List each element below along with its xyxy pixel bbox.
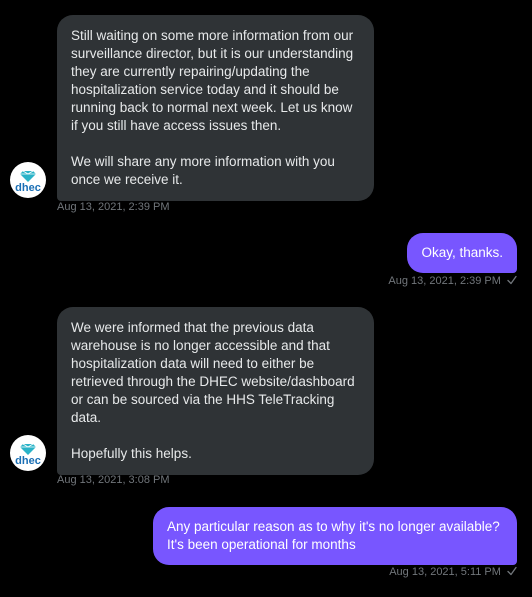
message-bubble-outgoing: Okay, thanks.	[407, 233, 517, 273]
message-timestamp: Aug 13, 2021, 2:39 PM	[388, 275, 501, 287]
message-text: Still waiting on some more information f…	[71, 28, 354, 133]
avatar[interactable]: dhec	[10, 435, 46, 471]
message-timestamp: Aug 13, 2021, 5:11 PM	[389, 566, 501, 578]
message-bubble-incoming: Still waiting on some more information f…	[57, 15, 374, 201]
message-text: We were informed that the previous data …	[71, 320, 355, 425]
message-bubble-outgoing: Any particular reason as to why it's no …	[153, 507, 517, 565]
checkmark-icon	[507, 566, 517, 576]
message-text: Okay, thanks.	[421, 245, 503, 260]
message-timestamp: Aug 13, 2021, 3:08 PM	[57, 474, 170, 486]
dhec-logo-icon: dhec	[15, 443, 41, 467]
message-text: Hopefully this helps.	[71, 446, 192, 461]
avatar[interactable]: dhec	[10, 162, 46, 198]
message-timestamp-row: Aug 13, 2021, 5:11 PM	[389, 565, 517, 579]
message-bubble-incoming: We were informed that the previous data …	[57, 307, 374, 475]
message-timestamp: Aug 13, 2021, 2:39 PM	[57, 201, 170, 213]
message-text: We will share any more information with …	[71, 154, 335, 187]
message-text: Any particular reason as to why it's no …	[167, 519, 500, 552]
message-timestamp-row: Aug 13, 2021, 2:39 PM	[388, 274, 517, 288]
avatar-text: dhec	[15, 455, 41, 467]
dhec-logo-icon: dhec	[15, 170, 41, 194]
checkmark-icon	[507, 275, 517, 285]
avatar-text: dhec	[15, 182, 41, 194]
